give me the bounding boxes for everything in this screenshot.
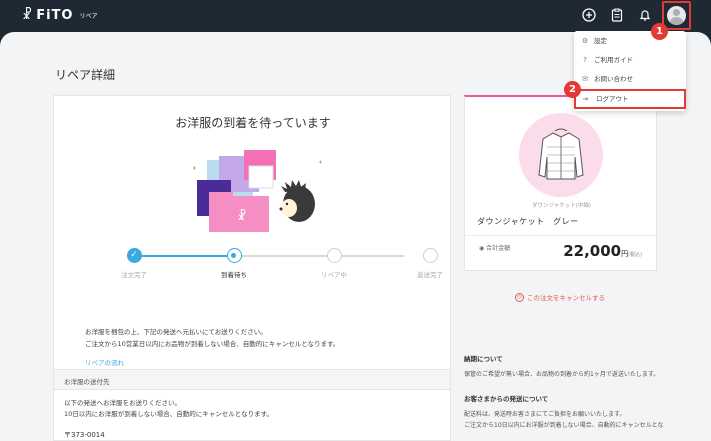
- menu-item-guide[interactable]: ? ご利用ガイド: [574, 50, 686, 70]
- waiting-illustration: ☧: [189, 148, 329, 236]
- shipping-heading: お客さまからの発送について: [464, 395, 549, 403]
- menu-item-label: ログアウト: [596, 95, 629, 103]
- cancel-order-link[interactable]: ◷ この注文をキャンセルする: [515, 292, 605, 302]
- status-card: お洋服の到着を待っています ☧ ✓ 注文完了 到着待ち リペア中 返送完了 お洋…: [53, 95, 451, 379]
- cancel-link-label: この注文をキャンセルする: [527, 294, 605, 302]
- status-description: お洋服を梱包の上、下記の発送へ元払いにてお送りください。 ご注文から10営業日以…: [85, 326, 339, 350]
- desc-line-2: ご注文から10営業日以内にお品物が到着しない場合、自動的にキャンセルとなります。: [85, 340, 340, 348]
- menu-item-label: ご利用ガイド: [594, 56, 633, 64]
- shipping-text-2: ご注文から10日以内にお洋服が到着しない場合、自動的にキャンセルとな: [464, 422, 664, 429]
- repair-flow-link[interactable]: リペアの流れ: [85, 357, 124, 367]
- mail-icon: ✉: [582, 75, 588, 83]
- logo-subtitle: リペア: [79, 13, 98, 20]
- clipboard-icon[interactable]: [609, 8, 625, 24]
- step-label: 返送完了: [417, 271, 443, 279]
- top-bar: ☧ FiTO リペア: [0, 0, 711, 32]
- logout-icon: ⇥: [582, 95, 588, 103]
- step-awaiting-arrival: 到着待ち: [194, 244, 274, 279]
- step-order-complete: ✓ 注文完了: [94, 244, 174, 279]
- down-jacket-icon: [538, 128, 584, 180]
- total-label-row: ◉ 合計金額: [479, 243, 510, 252]
- shipping-text-1: 配送料は、発送時お客さまにてご負担をお願いいたします。: [464, 411, 626, 418]
- item-category: ダウンジャケット(中綿): [531, 203, 592, 209]
- postal-code: 〒373-0014: [64, 431, 105, 439]
- divider: [465, 235, 656, 236]
- step-badge-1: 1: [651, 23, 668, 40]
- step-repairing: リペア中: [294, 244, 374, 279]
- logo-mark-icon: ☧: [22, 8, 34, 23]
- check-icon: ✓: [126, 248, 142, 263]
- help-icon: ?: [583, 56, 587, 64]
- bell-icon[interactable]: [637, 8, 653, 24]
- user-menu-dropdown: ⚙ 設定 ? ご利用ガイド ✉ お問い合わせ ⇥ ログアウト: [574, 31, 686, 111]
- gear-icon: ⚙: [581, 37, 589, 45]
- delivery-text: 保管のご希望が無い場合、お品物の到着から約1ヶ月で返送いたします。: [464, 371, 660, 378]
- pending-step-icon: [326, 248, 342, 263]
- total-amount: 22,000円(税込): [563, 242, 642, 260]
- step-label: 到着待ち: [221, 271, 247, 279]
- shipping-card-header: お洋服の送付先: [54, 370, 450, 390]
- status-heading: お洋服の到着を待っています: [175, 116, 331, 130]
- tax-note: (税込): [628, 252, 642, 258]
- total-value: 22,000: [563, 242, 622, 260]
- shipping-address-card: お洋服の送付先 以下の発送へお洋服をお送りください。 10日以内にお洋服が到着し…: [53, 369, 451, 441]
- menu-item-logout[interactable]: ⇥ ログアウト: [574, 89, 686, 109]
- ship-line-1: 以下の発送へお洋服をお送りください。: [64, 399, 181, 407]
- menu-item-settings[interactable]: ⚙ 設定: [574, 31, 686, 51]
- menu-item-label: お問い合わせ: [594, 75, 633, 83]
- item-card: ダウンジャケット(中綿) ダウンジャケット グレー ◉ 合計金額 22,000円…: [464, 95, 657, 271]
- progress-steps: ✓ 注文完了 到着待ち リペア中 返送完了: [84, 244, 443, 284]
- step-label: リペア中: [321, 271, 347, 279]
- item-name: ダウンジャケット グレー: [477, 217, 579, 226]
- menu-item-label: 設定: [594, 37, 607, 45]
- item-image: [519, 113, 603, 197]
- step-return-complete: 返送完了: [390, 244, 470, 279]
- page-title: リペア詳細: [55, 68, 116, 82]
- menu-item-contact[interactable]: ✉ お問い合わせ: [574, 69, 686, 89]
- pending-step-icon: [422, 248, 438, 263]
- desc-line-1: お洋服を梱包の上、下記の発送へ元払いにてお送りください。: [85, 328, 267, 336]
- ship-line-2: 10日以内にお洋服が到着しない場合、自動的にキャンセルとなります。: [64, 410, 273, 418]
- current-step-icon: [226, 248, 242, 263]
- folder-logo-icon: ☧: [237, 209, 246, 223]
- delivery-heading: 納期について: [464, 355, 503, 363]
- step-badge-2: 2: [564, 81, 581, 98]
- plus-circle-icon[interactable]: [581, 8, 597, 24]
- app-logo[interactable]: ☧ FiTO リペア: [22, 8, 97, 23]
- clock-icon: ◷: [515, 292, 524, 302]
- user-avatar-icon: [667, 6, 686, 25]
- total-label: 合計金額: [486, 245, 511, 252]
- step-label: 注文完了: [121, 271, 147, 279]
- yen-icon: ◉: [479, 245, 485, 252]
- logo-text: FiTO: [36, 8, 74, 23]
